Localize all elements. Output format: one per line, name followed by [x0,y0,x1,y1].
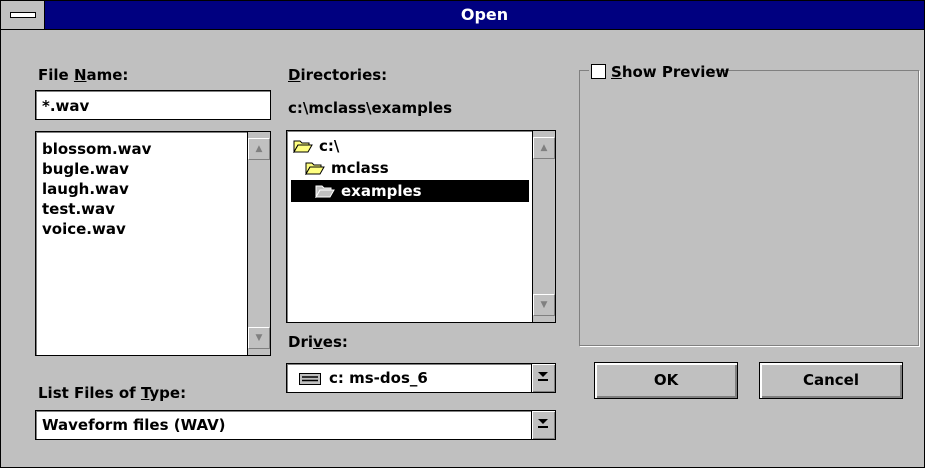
system-menu-icon [10,12,36,18]
drives-value: c: ms-dos_6 [329,369,428,387]
scroll-down-button[interactable]: ▼ [533,294,555,316]
file-item[interactable]: bugle.wav [42,159,151,179]
directory-label: examples [341,182,422,200]
file-item[interactable]: blossom.wav [42,139,151,159]
scroll-up-button[interactable]: ▲ [248,138,270,160]
directory-label: c:\ [319,137,340,155]
down-arrow-icon: ▼ [255,333,263,343]
open-folder-icon [315,185,335,198]
file-type-label: List Files of Type: [38,384,187,402]
system-menu-button[interactable] [1,1,45,29]
scroll-up-button[interactable]: ▲ [533,137,555,159]
file-list-items: blossom.wav bugle.wav laugh.wav test.wav… [42,139,151,239]
dialog-title: Open [460,5,509,24]
open-folder-icon [293,140,313,153]
file-type-dropdown-button[interactable] [531,411,555,439]
directory-item[interactable]: c:\ [293,135,523,157]
drive-icon [299,373,321,385]
title-bar[interactable]: Open [1,1,924,30]
show-preview-label: Show Preview [611,63,730,81]
down-arrow-icon: ▼ [540,300,548,310]
current-path: c:\mclass\examples [288,99,453,117]
file-item[interactable]: laugh.wav [42,179,151,199]
directory-label: mclass [331,159,389,177]
file-type-value: Waveform files (WAV) [42,416,226,434]
dropdown-arrow-icon [538,372,548,377]
open-dialog: Open File Name: *.wav blossom.wav bugle.… [0,0,925,468]
file-list-scrollbar[interactable]: ▲ ▼ [247,132,270,355]
directories-label: Directories: [288,66,388,84]
cancel-button[interactable]: Cancel [759,362,903,399]
directory-list[interactable]: c:\ mclass examples ▲ ▼ [286,130,556,323]
file-type-dropdown[interactable]: Waveform files (WAV) [35,410,556,440]
dropdown-arrow-underline [538,426,548,428]
checkbox-icon[interactable] [591,64,606,79]
directory-list-scrollbar[interactable]: ▲ ▼ [532,131,555,322]
scroll-down-button[interactable]: ▼ [248,327,270,349]
preview-group [579,70,919,346]
up-arrow-icon: ▲ [255,144,263,154]
drives-dropdown[interactable]: c: ms-dos_6 [286,363,556,393]
dropdown-arrow-underline [538,379,548,381]
directory-item-selected[interactable]: examples [291,180,529,202]
file-name-label: File Name: [38,66,129,84]
dropdown-arrow-icon [538,419,548,424]
show-preview-checkbox[interactable]: Show Preview [589,61,729,83]
open-folder-icon [305,162,325,175]
ok-button[interactable]: OK [594,362,738,399]
directory-item[interactable]: mclass [305,157,523,179]
file-item[interactable]: test.wav [42,199,151,219]
file-name-value: *.wav [42,97,90,115]
file-list[interactable]: blossom.wav bugle.wav laugh.wav test.wav… [35,131,271,356]
file-name-input[interactable]: *.wav [35,90,271,120]
up-arrow-icon: ▲ [540,143,548,153]
drives-dropdown-button[interactable] [531,364,555,392]
file-item[interactable]: voice.wav [42,219,151,239]
drives-label: Drives: [288,333,348,351]
